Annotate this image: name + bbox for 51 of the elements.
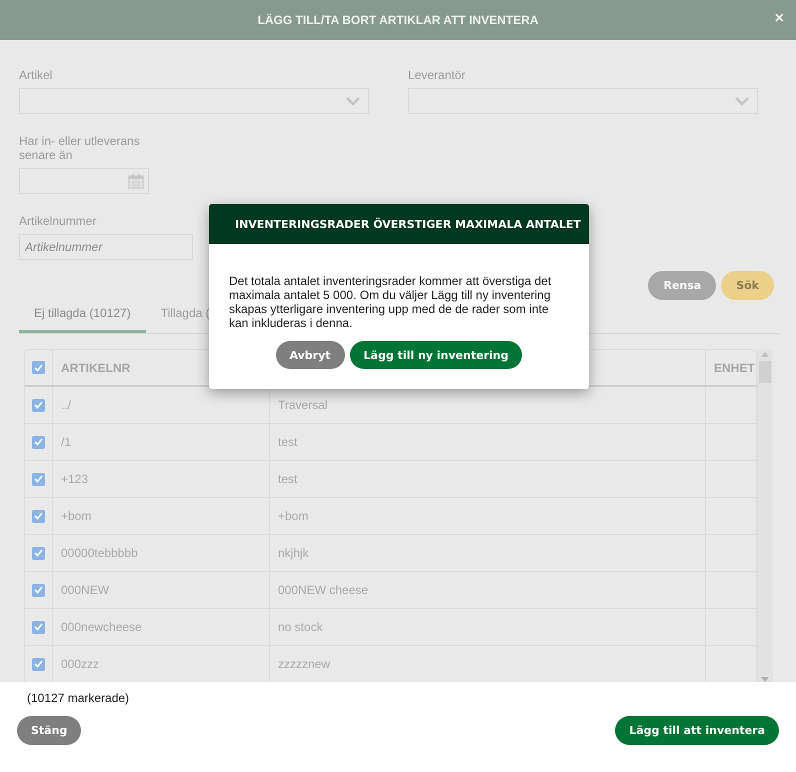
chevron-down-icon: [346, 96, 360, 106]
table-cell: 000newcheese: [61, 620, 142, 634]
table-cell: nkjhjk: [278, 546, 309, 560]
supplier-dropdown[interactable]: [408, 88, 758, 114]
table-cell: 00000tebbbbb: [61, 546, 138, 560]
scroll-up-icon[interactable]: [761, 352, 769, 357]
table-cell: test: [278, 472, 298, 486]
table-cell: 000zzz: [61, 657, 100, 671]
checkbox[interactable]: [32, 472, 45, 486]
scroll-down-icon[interactable]: [761, 677, 769, 682]
table-cell: 000NEW: [61, 583, 110, 597]
alert-message: Det totala antalet inventeringsrader kommer att överstiga det maximala antalet 5 000. Om du väljer Lägg till ny inventering skapas ytterligare inventering upp med de de rader som inte kan inkluderas i denna.: [228, 273, 552, 330]
selection-count: (10127 markerade): [26, 691, 130, 705]
table-cell: +bom: [278, 509, 308, 523]
cancel-button[interactable]: Avbryt: [276, 341, 345, 369]
field-label: Artikel: [19, 68, 54, 82]
date-field[interactable]: [19, 168, 149, 194]
close-button[interactable]: ×: [774, 10, 784, 28]
scrollbar[interactable]: [757, 349, 773, 682]
table-cell: /1: [61, 435, 72, 449]
chevron-down-icon: [735, 96, 749, 106]
alert-title: INVENTERINGSRADER ÖVERSTIGER MAXIMALA ANTALET: [235, 218, 581, 230]
table-cell: +bom: [61, 509, 92, 523]
search-button[interactable]: Sök: [721, 271, 774, 300]
tab[interactable]: Tillagda (: [146, 292, 225, 333]
field-label: Har in- eller utleverans senare än: [19, 134, 141, 162]
table-cell: Traversal: [278, 398, 328, 412]
checkbox[interactable]: [32, 510, 45, 522]
field-label: Artikelnummer: [19, 214, 96, 228]
checkbox[interactable]: [32, 361, 45, 374]
tab[interactable]: Ej tillagda (10127): [19, 292, 146, 333]
table-cell: +123: [61, 472, 88, 486]
table-cell: 000NEW cheese: [278, 583, 368, 597]
dialog-title: LÄGG TILL/TA BORT ARTIKLAR ATT INVENTERA: [258, 13, 538, 27]
field-label: Leverantör: [408, 68, 466, 82]
article-dropdown[interactable]: [19, 88, 369, 114]
add-inventory-button[interactable]: Lägg till ny inventering: [350, 341, 522, 369]
checkbox[interactable]: [32, 620, 45, 634]
table-cell: zzzzznew: [278, 657, 330, 671]
checkbox[interactable]: [32, 546, 45, 560]
table-cell: test: [278, 435, 298, 449]
checkbox[interactable]: [32, 658, 45, 670]
checkbox[interactable]: [32, 584, 45, 596]
checkbox[interactable]: [32, 398, 45, 412]
calendar-icon: [128, 173, 144, 189]
close-button[interactable]: Stäng: [17, 716, 82, 745]
table-cell: ../: [61, 398, 72, 412]
clear-button[interactable]: Rensa: [648, 271, 716, 300]
table-cell: no stock: [278, 620, 323, 634]
checkbox[interactable]: [32, 436, 45, 448]
add-button[interactable]: Lägg till att inventera: [615, 716, 779, 745]
